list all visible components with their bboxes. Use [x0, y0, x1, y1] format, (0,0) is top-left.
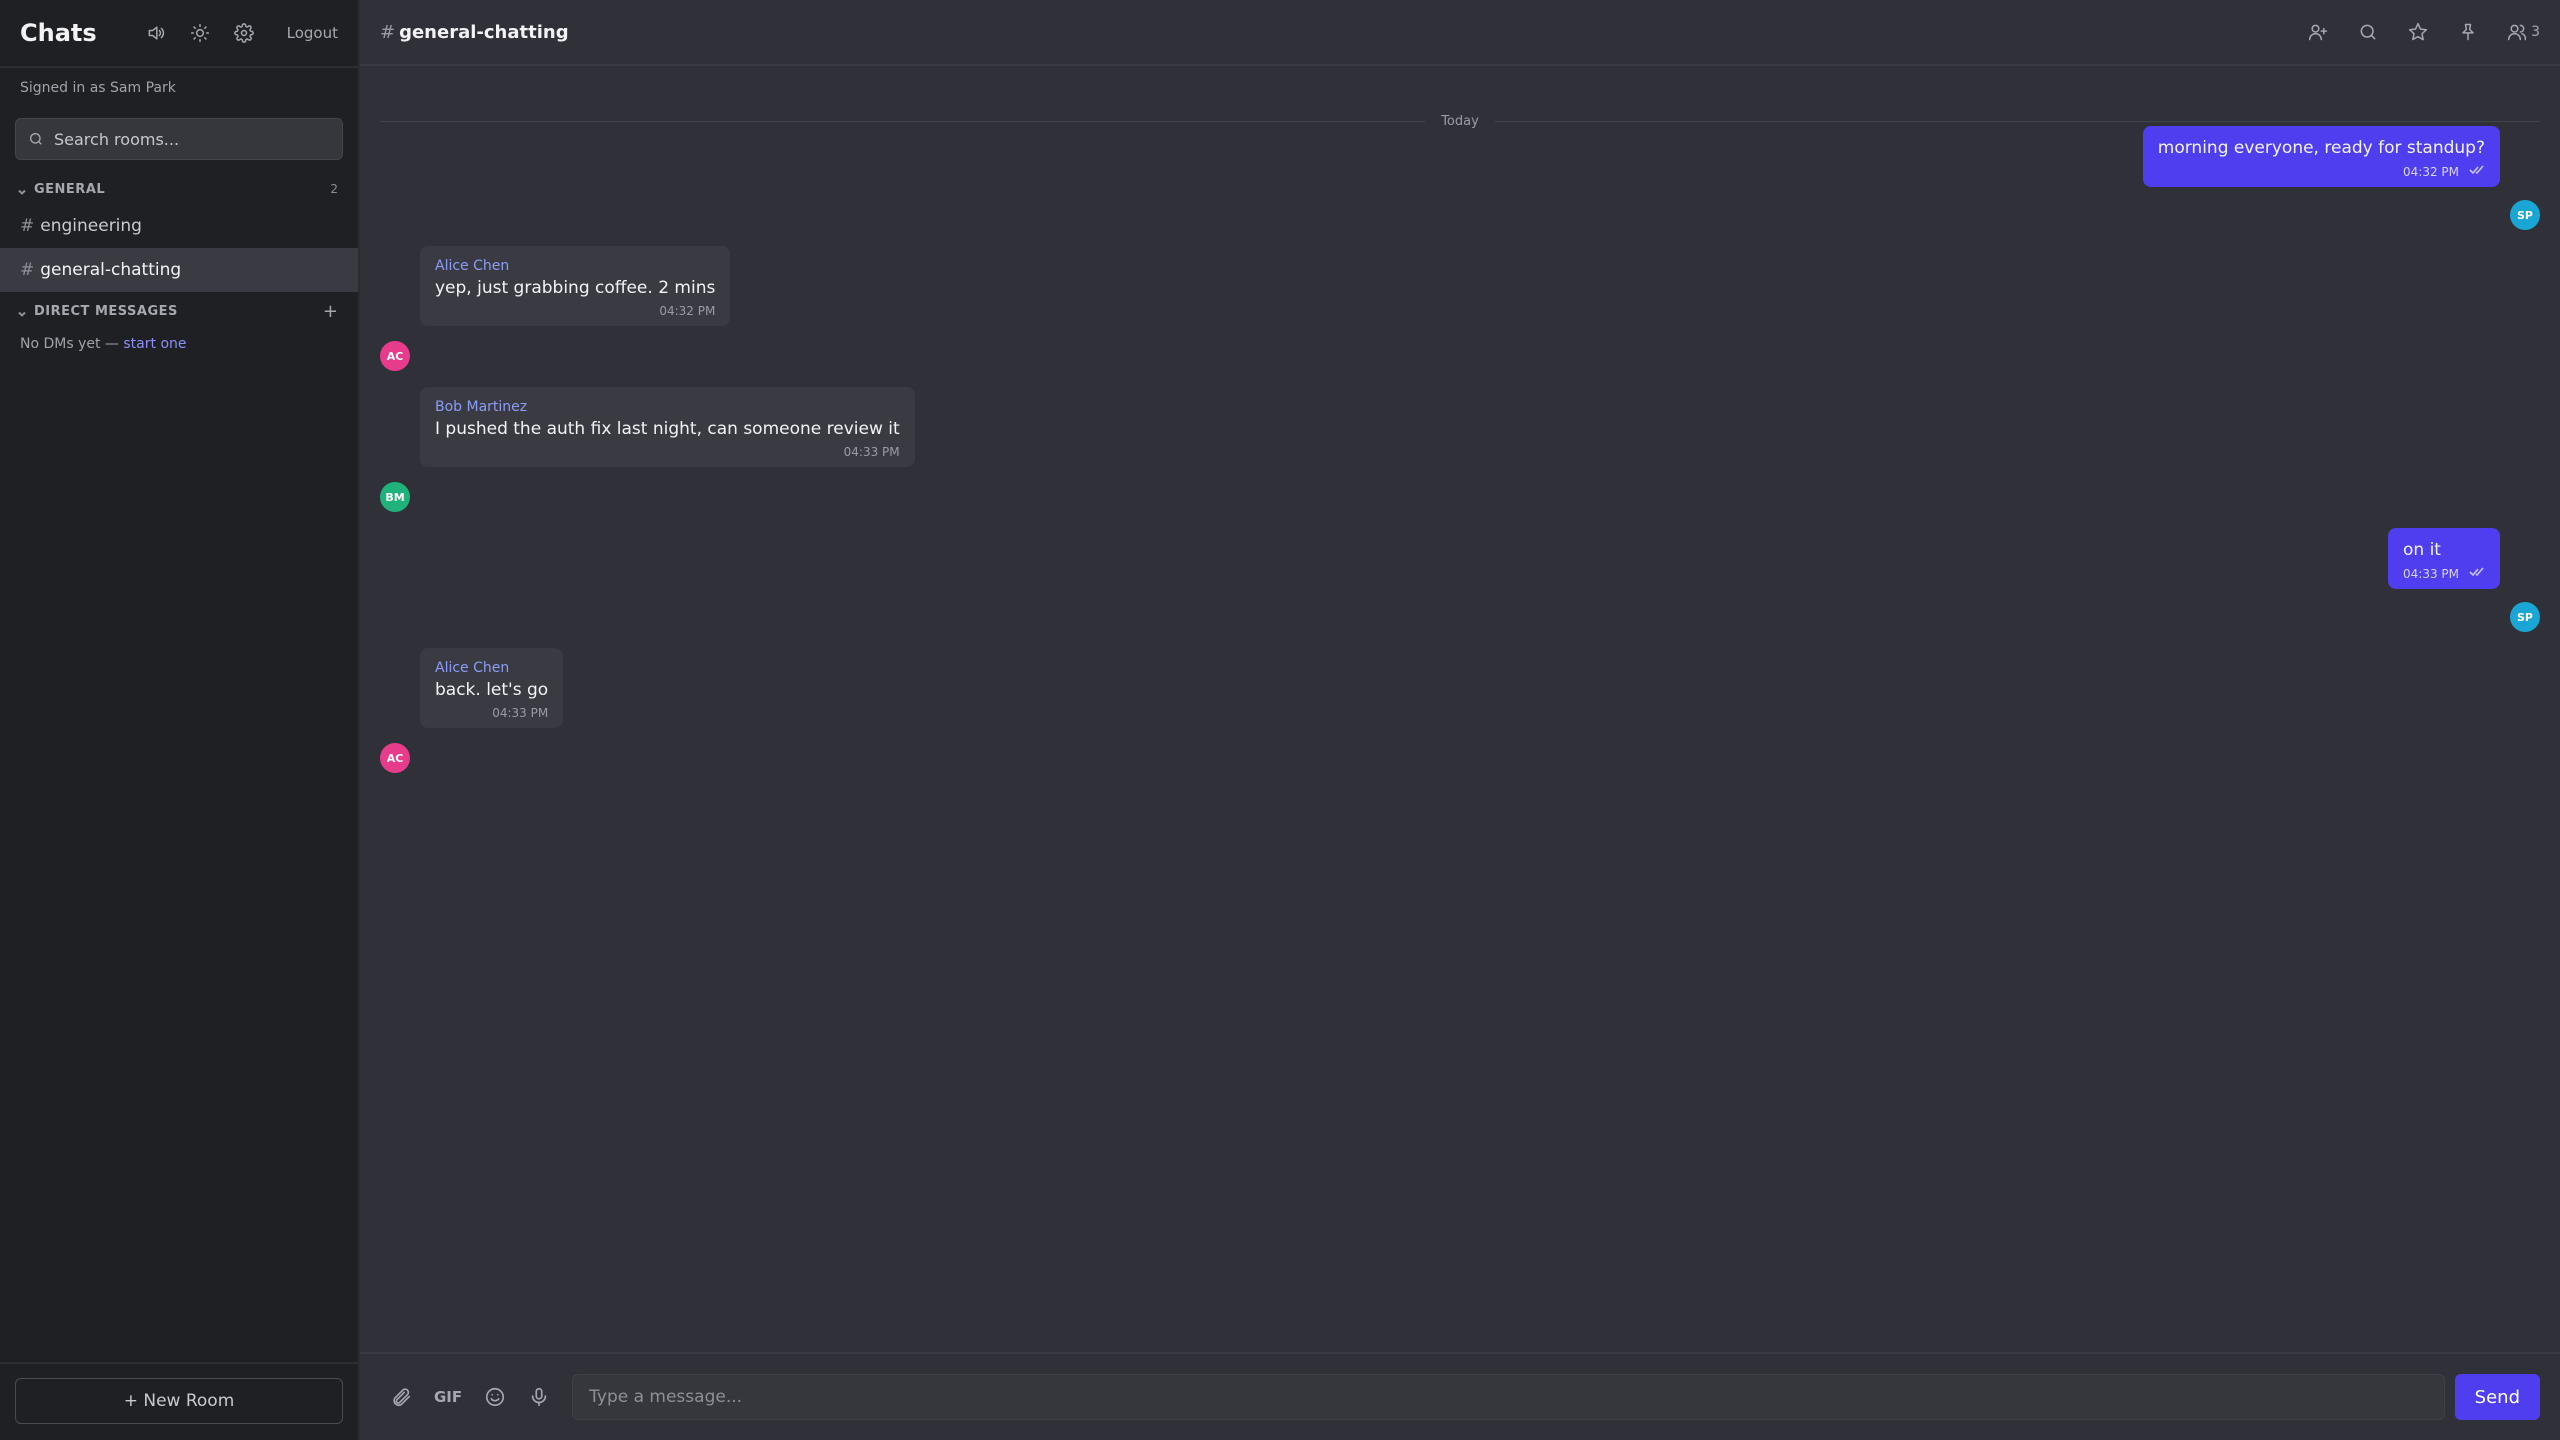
- message-meta: 04:33 PM: [435, 445, 900, 459]
- avatar[interactable]: AC: [380, 743, 410, 773]
- message-meta: 04:32 PM: [435, 304, 715, 318]
- message-text: on it: [2403, 540, 2441, 560]
- start-dm-link[interactable]: start one: [123, 336, 186, 352]
- search-icon: [30, 133, 42, 145]
- message-bubble-incoming[interactable]: Alice Chen yep, just grabbing coffee. 2 …: [420, 246, 731, 326]
- avatar[interactable]: SP: [2510, 602, 2540, 632]
- room-search: [15, 118, 343, 160]
- sidebar: Chats Logout Signed in as Sam Park GE: [0, 0, 360, 1440]
- message-bubble-outgoing[interactable]: morning everyone, ready for standup? 04:…: [2142, 126, 2500, 187]
- chevron-down-icon: [16, 305, 28, 317]
- members-button[interactable]: 3: [2507, 22, 2540, 42]
- room-label: engineering: [40, 216, 142, 236]
- signed-in-status: Signed in as Sam Park: [20, 80, 176, 96]
- message-text: yep, just grabbing coffee. 2 mins: [435, 278, 716, 298]
- date-divider-label: Today: [1441, 113, 1479, 129]
- message-meta: 04:32 PM: [2158, 164, 2485, 179]
- section-general-label: GENERAL: [34, 181, 106, 197]
- divider-line: [1494, 120, 2541, 122]
- room-label: general-chatting: [40, 260, 182, 280]
- dm-empty-text: No DMs yet —: [20, 336, 119, 352]
- message-time: 04:33 PM: [843, 445, 900, 459]
- avatar[interactable]: AC: [380, 341, 410, 371]
- message-bubble-incoming[interactable]: Bob Martinez I pushed the auth fix last …: [420, 387, 915, 467]
- channel-header: # general-chatting 3: [360, 0, 2560, 66]
- emoji-icon[interactable]: [484, 1386, 506, 1408]
- message-composer: GIF Send: [360, 1352, 2560, 1440]
- add-dm-button[interactable]: +: [323, 301, 338, 322]
- theme-sun-icon[interactable]: [189, 22, 211, 44]
- read-check-icon: [2469, 566, 2485, 581]
- sound-icon[interactable]: [145, 22, 167, 44]
- app-title: Chats: [20, 19, 97, 47]
- message-time: 04:32 PM: [2403, 164, 2459, 179]
- message-sender[interactable]: Alice Chen: [435, 660, 548, 676]
- hash-icon: #: [20, 260, 35, 280]
- star-icon[interactable]: [2407, 21, 2429, 43]
- message-text: back. let's go: [435, 680, 549, 700]
- sidebar-item-engineering[interactable]: # engineering: [0, 204, 358, 248]
- message-time: 04:33 PM: [492, 706, 549, 720]
- microphone-icon[interactable]: [528, 1386, 550, 1408]
- chevron-down-icon: [16, 183, 28, 195]
- dm-empty-state: No DMs yet — start one: [0, 326, 358, 362]
- message-list: Today morning everyone, ready for standu…: [360, 66, 2560, 1352]
- message-input[interactable]: [572, 1374, 2445, 1420]
- message-text: I pushed the auth fix last night, can so…: [435, 419, 900, 439]
- paperclip-icon[interactable]: [390, 1386, 412, 1408]
- sidebar-item-general-chatting[interactable]: # general-chatting: [0, 248, 358, 292]
- divider-line: [380, 120, 1426, 122]
- message-sender[interactable]: Bob Martinez: [435, 399, 900, 415]
- message-bubble-outgoing[interactable]: on it 04:33 PM: [2388, 528, 2500, 589]
- sidebar-actions: Logout: [145, 22, 338, 44]
- pin-icon[interactable]: [2457, 21, 2479, 43]
- member-count: 3: [2531, 24, 2540, 40]
- gear-icon[interactable]: [233, 22, 255, 44]
- add-user-icon[interactable]: [2307, 21, 2329, 43]
- message-time: 04:32 PM: [659, 304, 716, 318]
- gif-button[interactable]: GIF: [434, 1388, 462, 1406]
- message-time: 04:33 PM: [2403, 566, 2459, 581]
- message-text: morning everyone, ready for standup?: [2157, 138, 2485, 158]
- search-icon[interactable]: [2357, 21, 2379, 43]
- section-dm-label: DIRECT MESSAGES: [34, 303, 178, 319]
- section-general[interactable]: GENERAL 2: [0, 174, 358, 204]
- avatar[interactable]: SP: [2510, 200, 2540, 230]
- logout-button[interactable]: Logout: [287, 24, 338, 42]
- channel-title: # general-chatting: [380, 22, 2307, 43]
- message-meta: 04:33 PM: [435, 706, 548, 720]
- channel-name: general-chatting: [399, 21, 569, 43]
- chat-main: # general-chatting 3 Today morning every…: [360, 0, 2560, 1440]
- read-check-icon: [2469, 164, 2485, 179]
- send-button[interactable]: Send: [2454, 1374, 2540, 1420]
- users-icon: [2507, 24, 2527, 41]
- avatar[interactable]: BM: [380, 482, 410, 512]
- section-direct-messages[interactable]: DIRECT MESSAGES +: [0, 296, 358, 326]
- channel-actions: 3: [2307, 21, 2540, 43]
- sidebar-header: Chats Logout: [0, 0, 358, 68]
- message-bubble-incoming[interactable]: Alice Chen back. let's go 04:33 PM: [420, 648, 564, 728]
- hash-icon: #: [380, 21, 396, 43]
- search-input[interactable]: [54, 129, 330, 149]
- new-room-button[interactable]: + New Room: [15, 1378, 343, 1424]
- section-general-count: 2: [330, 182, 338, 196]
- sidebar-footer: + New Room: [0, 1362, 358, 1440]
- hash-icon: #: [20, 216, 35, 236]
- message-sender[interactable]: Alice Chen: [435, 258, 715, 274]
- message-meta: 04:33 PM: [2403, 566, 2485, 581]
- app: Chats Logout Signed in as Sam Park GE: [0, 0, 2560, 1440]
